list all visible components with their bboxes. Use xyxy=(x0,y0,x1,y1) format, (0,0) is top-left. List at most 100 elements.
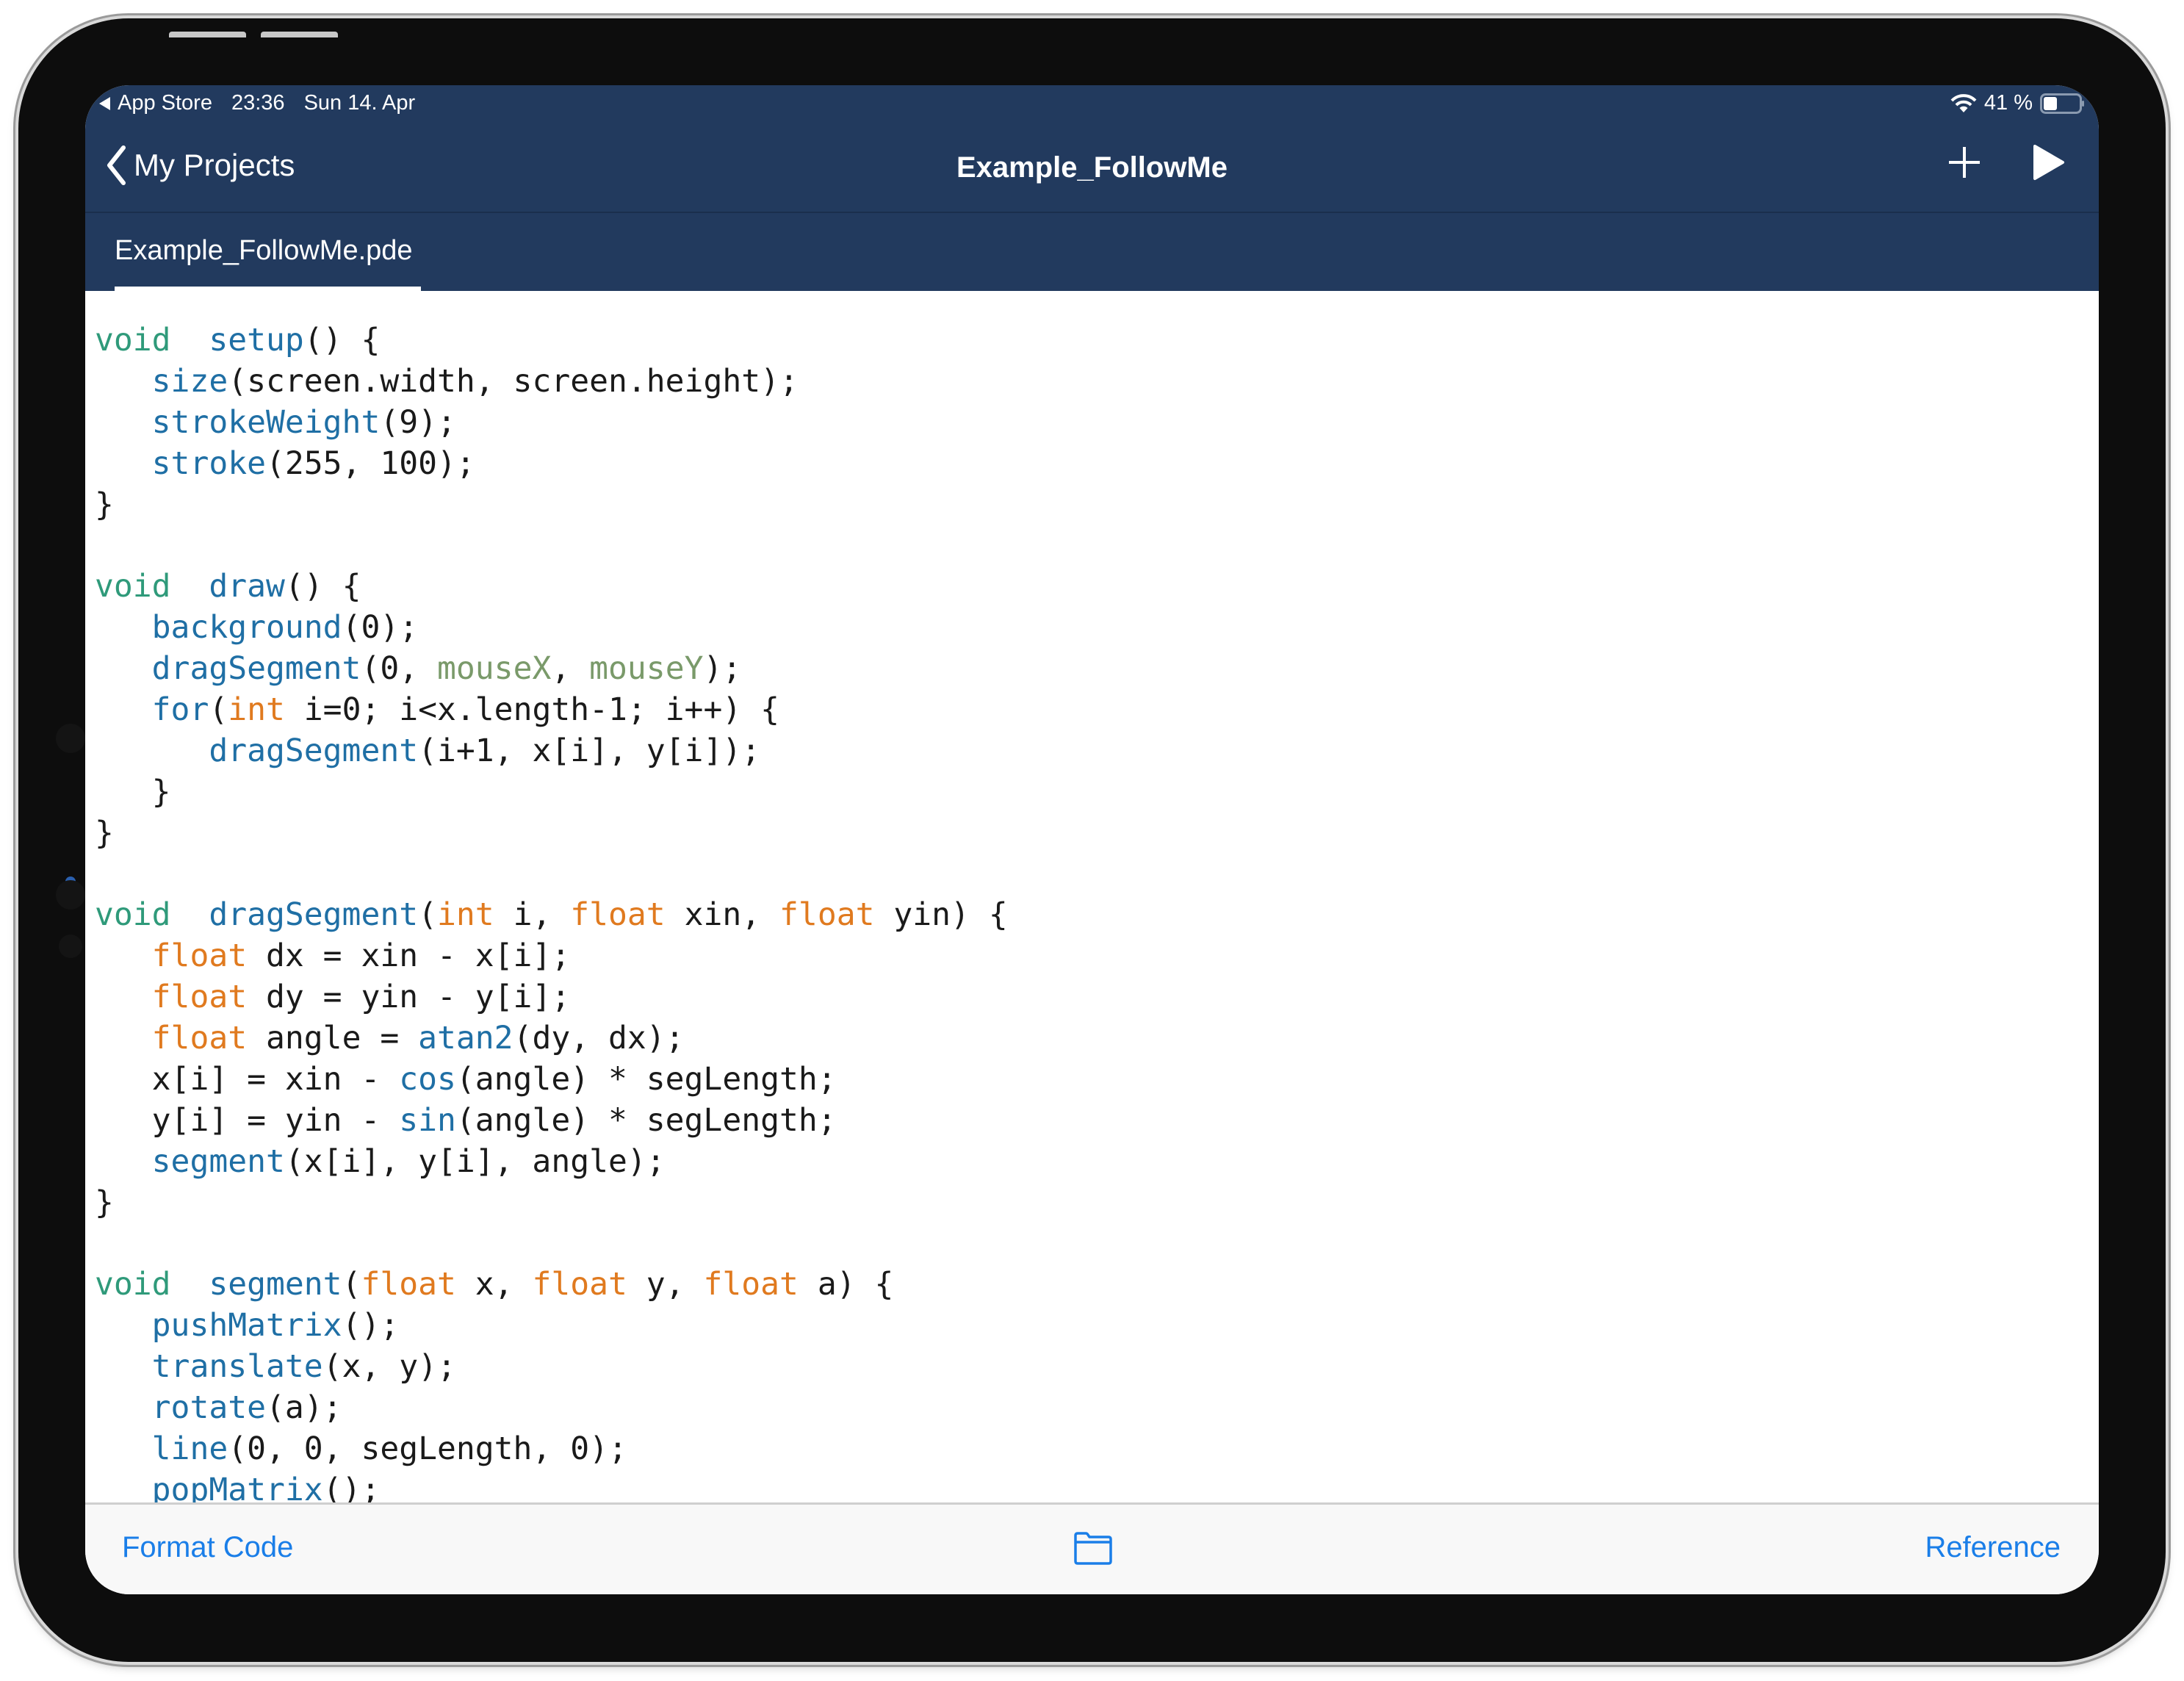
code-line: translate(x, y); xyxy=(95,1347,1008,1388)
tab-active-indicator xyxy=(115,287,421,291)
function-token: segment xyxy=(209,1266,342,1303)
status-date: Sun 14. Apr xyxy=(303,91,416,115)
tab-file[interactable]: Example_FollowMe.pde xyxy=(115,213,421,291)
code-text: ( xyxy=(418,896,438,934)
code-line: } xyxy=(95,1183,1008,1224)
function-token: size xyxy=(151,362,228,400)
function-token: sin xyxy=(399,1101,456,1139)
type-token: float xyxy=(703,1266,799,1303)
code-text: (0, xyxy=(361,650,438,688)
type-token: float xyxy=(151,1020,248,1057)
function-token: background xyxy=(151,609,342,647)
variable-token: mouseX xyxy=(437,650,552,688)
code-text: (x, y); xyxy=(322,1348,456,1386)
function-token: segment xyxy=(151,1142,285,1180)
keyword-token: void xyxy=(95,1266,171,1303)
code-line: background(0); xyxy=(95,608,1008,649)
code-text: (screen.width, screen.height); xyxy=(228,362,799,400)
code-text: yin) { xyxy=(874,896,1008,934)
code-text: () { xyxy=(303,322,381,359)
code-text: } xyxy=(95,814,114,852)
code-text: (angle) * segLength; xyxy=(455,1061,837,1098)
volume-button xyxy=(261,32,338,37)
battery-percent: 41 % xyxy=(1983,91,2033,115)
code-text: (); xyxy=(342,1307,400,1345)
code-text: } xyxy=(95,1184,114,1221)
code-line: void segment(float x, float y, float a) … xyxy=(95,1264,1008,1306)
code-line: float angle = atan2(dy, dx); xyxy=(95,1018,1008,1059)
function-token: dragSegment xyxy=(151,650,361,688)
code-line: line(0, 0, segLength, 0); xyxy=(95,1429,1008,1470)
page-title: Example_FollowMe xyxy=(956,151,1228,184)
code-editor[interactable]: void setup() { size(screen.width, screen… xyxy=(95,320,1008,1511)
function-token: setup xyxy=(209,322,304,359)
code-text: (i+1, x[i], y[i]); xyxy=(418,732,761,769)
type-token: int xyxy=(437,896,494,934)
code-text: i=0; i<x.length-1; i++) { xyxy=(284,691,779,729)
function-token: stroke xyxy=(151,444,267,482)
code-text: dy = yin - y[i]; xyxy=(247,979,571,1016)
type-token: float xyxy=(570,896,666,934)
code-text: i, xyxy=(494,896,571,934)
code-line: float dx = xin - x[i]; xyxy=(95,936,1008,977)
variable-token: mouseY xyxy=(589,650,704,688)
format-code-button[interactable]: Format Code xyxy=(122,1531,293,1564)
nav-row: My Projects Example_FollowMe xyxy=(85,129,2099,203)
folder-icon[interactable] xyxy=(1073,1531,1114,1565)
keyword-token: void xyxy=(95,322,171,359)
back-arrow-icon xyxy=(99,96,110,110)
code-line: rotate(a); xyxy=(95,1388,1008,1429)
code-line: y[i] = yin - sin(angle) * segLength; xyxy=(95,1101,1008,1142)
function-token: translate xyxy=(151,1348,323,1386)
face-id-sensor xyxy=(56,880,85,910)
code-text: () { xyxy=(284,568,361,605)
keyword-token: void xyxy=(95,568,171,605)
code-text: } xyxy=(95,773,171,810)
camera-sensor xyxy=(56,724,85,753)
code-line: pushMatrix(); xyxy=(95,1306,1008,1347)
back-to-app[interactable]: App Store xyxy=(98,91,212,115)
code-line: for(int i=0; i<x.length-1; i++) { xyxy=(95,690,1008,731)
code-text: ( xyxy=(342,1266,361,1303)
back-app-label: App Store xyxy=(118,91,212,115)
code-text: ( xyxy=(209,691,228,729)
status-time: 23:36 xyxy=(231,91,285,115)
code-text: (x[i], y[i], angle); xyxy=(284,1142,666,1180)
function-token: rotate xyxy=(151,1389,267,1427)
type-token: float xyxy=(151,979,248,1016)
code-text: (angle) * segLength; xyxy=(455,1101,837,1139)
function-token: draw xyxy=(209,568,285,605)
code-line: dragSegment(0, mouseX, mouseY); xyxy=(95,649,1008,690)
play-icon[interactable] xyxy=(2033,144,2065,181)
code-line: } xyxy=(95,772,1008,813)
code-text: x[i] = xin - xyxy=(95,1061,400,1098)
code-text: (a); xyxy=(266,1389,342,1427)
face-id-sensor xyxy=(59,935,82,958)
code-line: dragSegment(i+1, x[i], y[i]); xyxy=(95,731,1008,772)
code-text: } xyxy=(95,486,114,523)
function-token: for xyxy=(151,691,209,729)
code-text: x, xyxy=(455,1266,533,1303)
app-screen: App Store 23:36 Sun 14. Apr 41 % My Proj… xyxy=(85,85,2099,1594)
code-text: ); xyxy=(703,650,742,688)
code-line: void dragSegment(int i, float xin, float… xyxy=(95,895,1008,936)
function-token: dragSegment xyxy=(209,732,419,769)
function-token: dragSegment xyxy=(209,896,419,934)
function-token: pushMatrix xyxy=(151,1307,342,1345)
code-text: y[i] = yin - xyxy=(95,1101,400,1139)
plus-icon[interactable] xyxy=(1947,145,1981,179)
reference-button[interactable]: Reference xyxy=(1925,1531,2061,1564)
code-text: (0, 0, segLength, 0); xyxy=(228,1430,627,1468)
